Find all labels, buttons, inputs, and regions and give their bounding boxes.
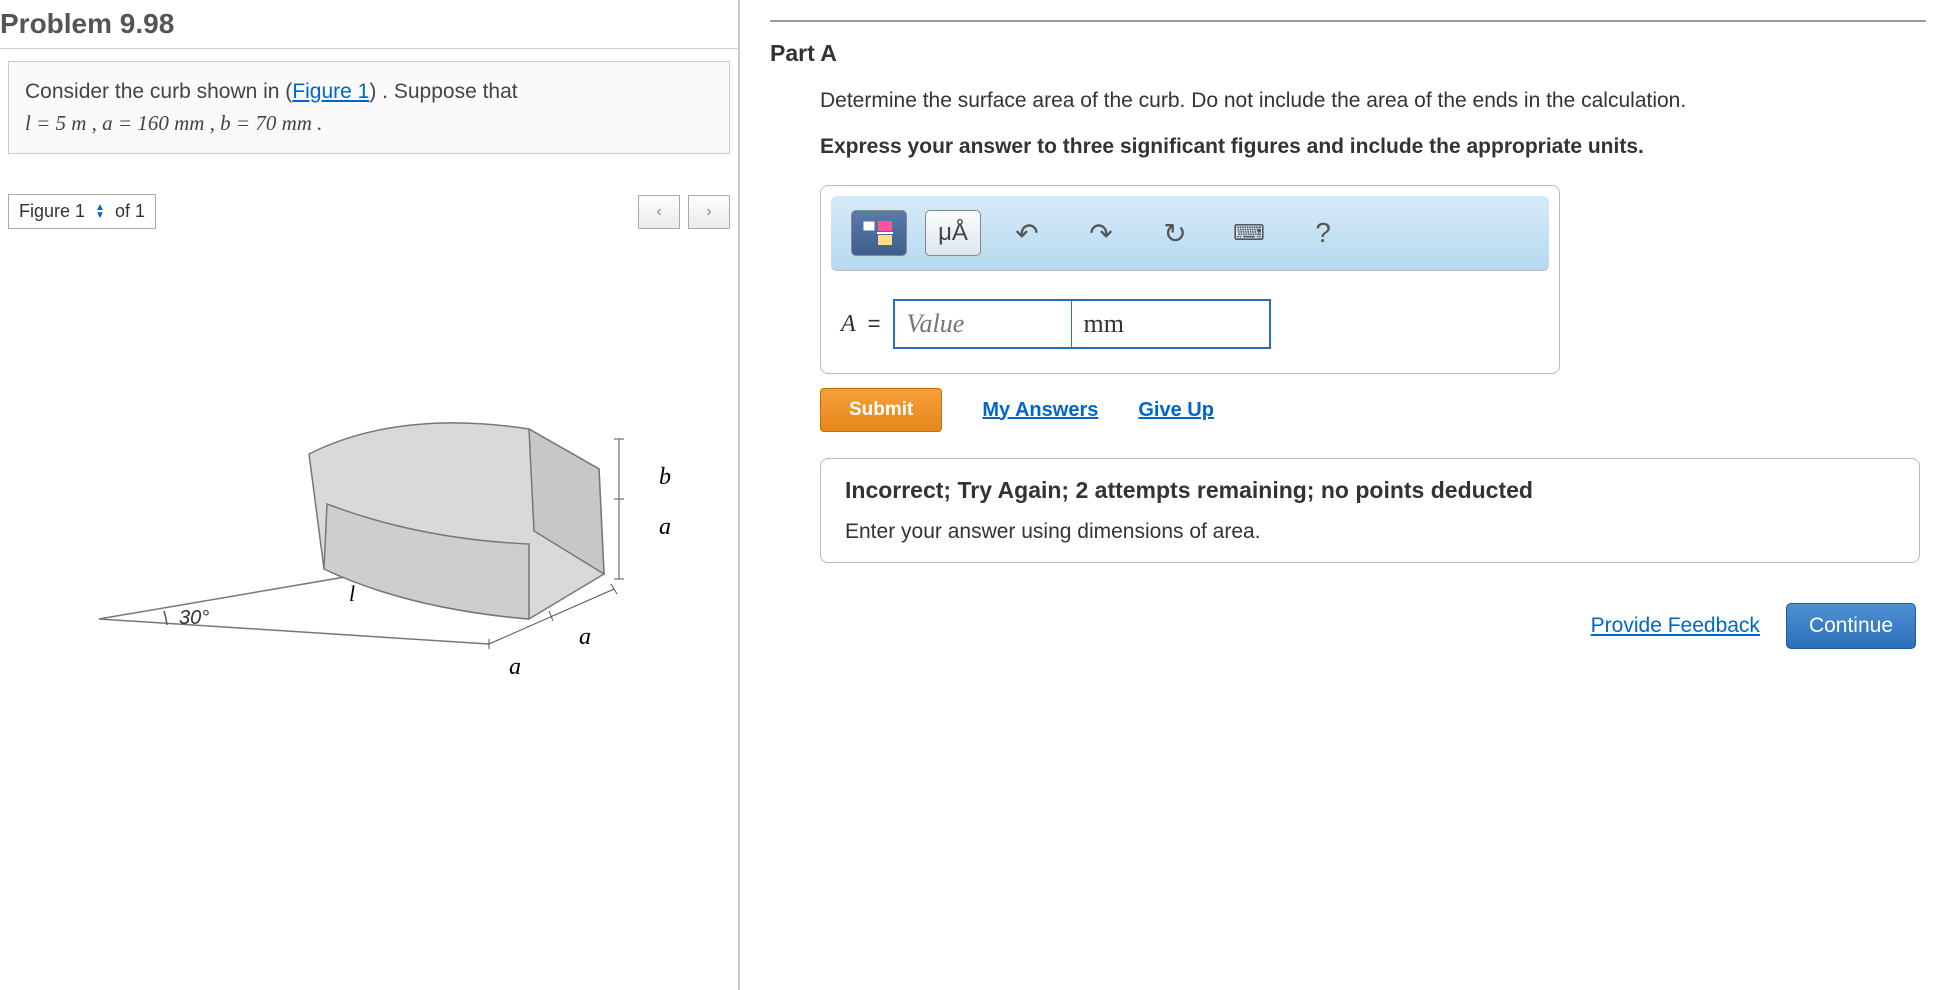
give-up-link[interactable]: Give Up	[1138, 399, 1214, 422]
problem-title: Problem 9.98	[0, 0, 738, 49]
prev-figure-button[interactable]: ‹	[638, 195, 680, 229]
provide-feedback-link[interactable]: Provide Feedback	[1591, 614, 1760, 638]
stepper-icon[interactable]: ▲▼	[95, 204, 105, 220]
continue-button[interactable]: Continue	[1786, 603, 1916, 649]
submit-row: Submit My Answers Give Up	[820, 388, 1926, 432]
prompt-pre: Consider the curb shown in (	[25, 80, 292, 103]
left-panel: Problem 9.98 Consider the curb shown in …	[0, 0, 740, 990]
part-a: Part A Determine the surface area of the…	[770, 20, 1926, 649]
value-input[interactable]	[893, 299, 1073, 349]
dim-b: b	[659, 464, 671, 490]
answer-input-row: A =	[821, 281, 1559, 373]
figure-bar: Figure 1 ▲▼ of 1 ‹ ›	[8, 194, 730, 229]
problem-params: l = 5 m , a = 160 mm , b = 70 mm .	[25, 111, 322, 135]
answer-box: μÅ ↶ ↷ ↻ ⌨ ? A =	[820, 185, 1560, 374]
fraction-tool-icon[interactable]	[851, 210, 907, 256]
figure-of: of 1	[115, 201, 145, 222]
next-figure-button[interactable]: ›	[688, 195, 730, 229]
problem-statement: Consider the curb shown in (Figure 1) . …	[8, 61, 730, 154]
dim-a3: a	[579, 624, 591, 650]
part-a-instruction: Express your answer to three significant…	[820, 135, 1926, 159]
figure-label: Figure 1	[19, 201, 85, 222]
part-a-title: Part A	[770, 40, 1926, 67]
units-input[interactable]	[1071, 299, 1271, 349]
angle-label: 30°	[179, 607, 209, 629]
length-label: l	[349, 581, 355, 606]
answer-toolbar: μÅ ↶ ↷ ↻ ⌨ ?	[831, 196, 1549, 271]
undo-icon[interactable]: ↶	[999, 210, 1055, 256]
redo-icon[interactable]: ↷	[1073, 210, 1129, 256]
equals-sign: =	[868, 311, 881, 337]
feedback-box: Incorrect; Try Again; 2 attempts remaini…	[820, 458, 1920, 563]
feedback-title: Incorrect; Try Again; 2 attempts remaini…	[845, 477, 1895, 504]
submit-button[interactable]: Submit	[820, 388, 942, 432]
figure-selector[interactable]: Figure 1 ▲▼ of 1	[8, 194, 156, 229]
part-a-question: Determine the surface area of the curb. …	[820, 89, 1926, 113]
figure-link[interactable]: Figure 1	[292, 80, 369, 103]
prompt-post: ) . Suppose that	[369, 80, 517, 103]
right-panel: Part A Determine the surface area of the…	[740, 0, 1956, 990]
units-tool[interactable]: μÅ	[925, 210, 981, 256]
answer-variable: A	[841, 311, 856, 338]
dim-a1: a	[659, 514, 671, 540]
footer-actions: Provide Feedback Continue	[820, 603, 1926, 649]
help-icon[interactable]: ?	[1295, 210, 1351, 256]
feedback-message: Enter your answer using dimensions of ar…	[845, 520, 1895, 544]
figure-image: 30° l b a a a	[59, 289, 679, 689]
dim-a2: a	[509, 654, 521, 680]
my-answers-link[interactable]: My Answers	[982, 399, 1098, 422]
keyboard-icon[interactable]: ⌨	[1221, 210, 1277, 256]
reset-icon[interactable]: ↻	[1147, 210, 1203, 256]
